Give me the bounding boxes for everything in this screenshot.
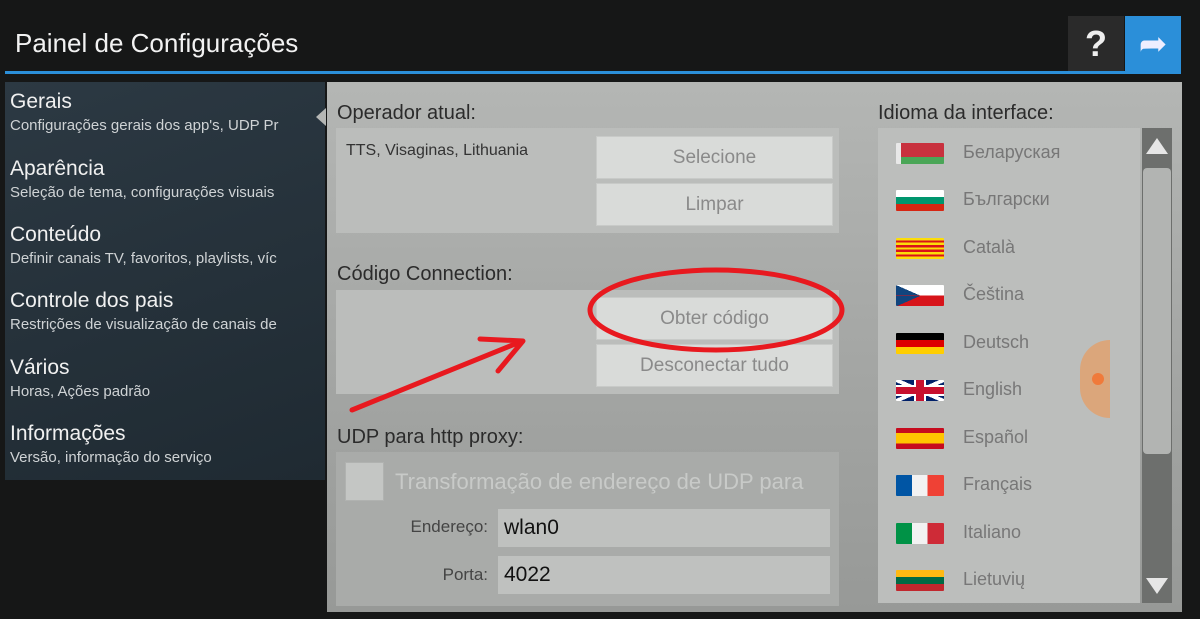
annotation-arrow [349,336,526,413]
annotation-ellipse [587,267,845,353]
red-annotation [349,267,845,413]
